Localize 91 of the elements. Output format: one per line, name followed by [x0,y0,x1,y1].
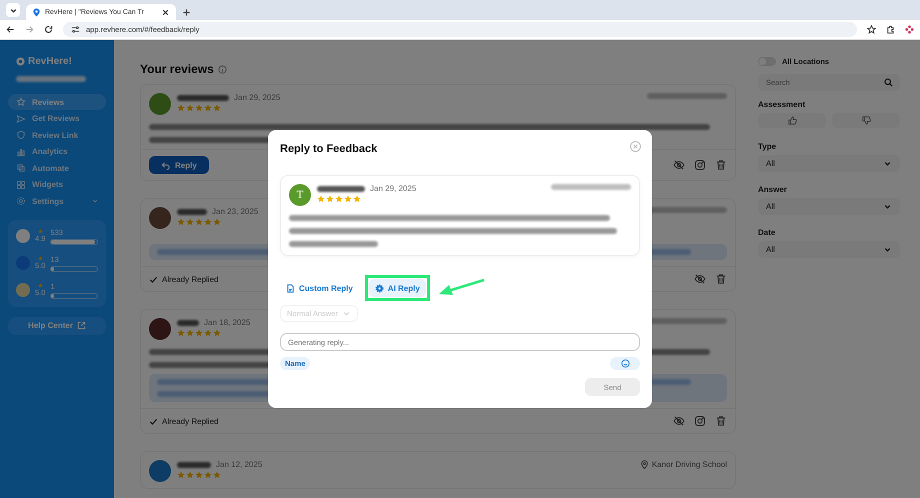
filter-dropdown[interactable]: All [758,155,900,172]
hidden-eye-icon[interactable] [694,273,706,285]
location-pin-icon [640,460,649,469]
nav-item[interactable]: Settings [8,193,106,209]
review-date: Jan 29, 2025 [370,184,416,193]
source-logo-icon [16,283,30,297]
thumbs-down-icon [862,116,870,125]
star-icon [38,256,43,261]
filter-dropdown[interactable]: All [758,198,900,215]
forward-icon[interactable] [25,25,34,34]
avatar [149,207,171,229]
filter-label: Type [758,142,778,151]
star-icon [16,97,26,107]
logo-text: RevHere! [28,56,72,67]
shield-icon [16,130,26,140]
settings-icon [16,196,26,206]
chevron-down-icon [883,202,892,211]
logo-pin-icon [16,57,25,66]
chevron-icon [92,198,98,204]
chevron-down-icon [883,159,892,168]
external-link-icon [76,321,86,330]
nav-item[interactable]: Analytics [8,144,106,160]
bar-chart-icon [16,146,26,156]
trash-icon[interactable] [715,159,727,171]
blurred-name [177,94,229,100]
filter-dropdown[interactable]: All [758,241,900,258]
send-icon [16,114,26,124]
source-logo-icon [16,229,30,243]
trash-icon[interactable] [715,415,727,427]
blurred-name [177,462,211,468]
nav-item[interactable]: Reviews [8,94,106,110]
layers-icon [16,163,26,173]
location-pin-icon [32,8,41,16]
back-icon[interactable] [6,25,15,34]
nav-item[interactable]: Review Link [8,127,106,143]
avatar [149,318,171,340]
instagram-icon[interactable] [694,415,706,427]
grid-icon [16,180,26,190]
star-icon [38,283,43,288]
bookmark-star-icon[interactable] [867,25,876,34]
info-icon[interactable] [218,64,227,74]
filter-label: Answer [758,185,788,194]
avatar [149,93,171,115]
review-date: Jan 18, 2025 [204,318,250,327]
help-center-button[interactable]: Help Center [8,316,106,334]
review-date: Jan 29, 2025 [234,93,280,102]
close-icon[interactable] [161,8,170,16]
location-label: Kanor Driving School [652,460,727,469]
blurred-name [317,186,365,192]
tab-list-button[interactable] [6,3,20,17]
review-date: Jan 23, 2025 [212,207,258,216]
nav-item[interactable]: Get Reviews [8,110,106,126]
reply-mode-tab[interactable]: Custom Reply [280,279,359,297]
smiley-icon [620,359,630,368]
reply-mode-tab[interactable]: AI Reply [368,279,426,297]
replied-status: Already Replied [149,416,218,426]
replied-status: Already Replied [149,274,218,284]
nav-item[interactable]: Automate [8,160,106,176]
page-title: Your reviews [140,62,214,76]
gear-icon [374,284,384,292]
reload-icon[interactable] [44,25,53,34]
blurred-name [177,320,199,326]
site-settings-icon[interactable] [71,25,80,34]
emoji-button[interactable] [610,357,640,370]
dialog-title: Reply to Feedback [280,143,378,155]
trash-icon[interactable] [715,273,727,285]
hidden-eye-icon[interactable] [673,159,685,171]
star-icon [38,229,43,234]
reply-arrow-icon [161,160,170,170]
avatar [149,460,171,482]
new-tab-icon[interactable] [182,8,191,17]
check-icon [149,416,158,426]
chevron-down-icon [883,245,892,254]
filter-label: Assessment [758,100,806,109]
nav-item[interactable]: Widgets [8,176,106,192]
thumbs-down-button[interactable] [832,113,900,128]
thumbs-up-button[interactable] [758,113,826,128]
blurred-name [177,208,207,214]
document-icon [286,284,295,292]
hidden-eye-icon[interactable] [673,415,685,427]
check-icon [149,274,158,284]
avatar: T [289,184,311,206]
reply-button[interactable]: Reply [149,156,209,174]
blurred-business-name [16,76,86,82]
review-date: Jan 12, 2025 [216,460,262,469]
profile-icon[interactable] [905,25,914,34]
instagram-icon[interactable] [694,159,706,171]
extensions-icon[interactable] [886,25,895,34]
search-icon[interactable] [884,78,893,87]
filter-label: Date [758,228,776,237]
thumbs-up-icon [788,116,796,125]
